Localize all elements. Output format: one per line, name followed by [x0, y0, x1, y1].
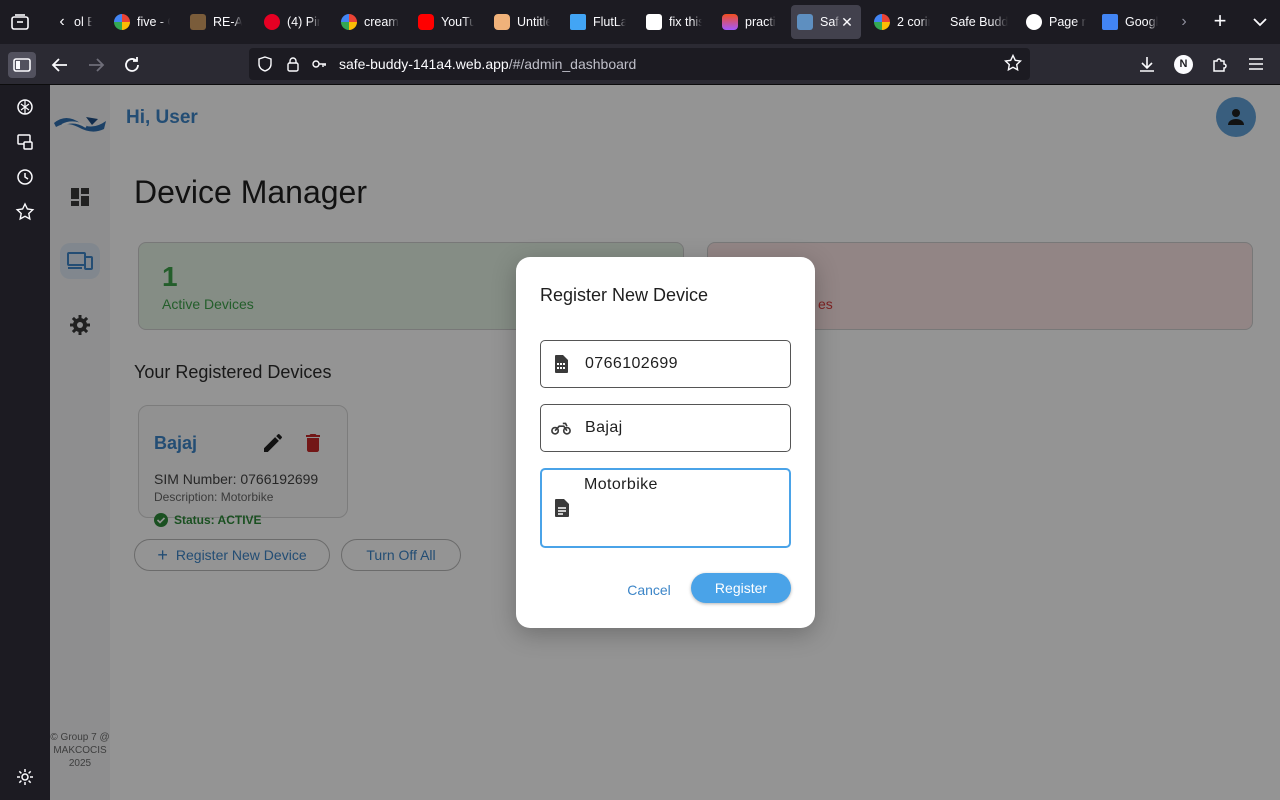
docs-icon: [1102, 14, 1118, 30]
settings-gear-icon[interactable]: [15, 767, 35, 787]
browser-tab[interactable]: practi: [716, 5, 784, 39]
device-name-field[interactable]: Bajaj: [540, 404, 791, 452]
browser-tab[interactable]: YouTu: [412, 5, 480, 39]
close-tab-icon[interactable]: ✕: [839, 14, 855, 30]
browser-tab[interactable]: Googl: [1096, 5, 1164, 39]
download-icon[interactable]: [1138, 55, 1156, 73]
history-icon[interactable]: [15, 167, 35, 187]
flutter-icon: [570, 14, 586, 30]
device-name-value: Bajaj: [585, 419, 623, 436]
chatgpt-icon[interactable]: [15, 97, 35, 117]
browser-sidebar: [0, 85, 50, 800]
extensions-icon[interactable]: [1211, 55, 1229, 73]
browser-tab[interactable]: cream: [335, 5, 405, 39]
web-page: © Group 7 @ MAKCOCIS 2025 Hi, User Devic…: [50, 85, 1280, 800]
tab-scroll-right-icon[interactable]: ›: [1174, 11, 1194, 33]
browser-tab[interactable]: RE-Ad: [184, 5, 248, 39]
app-icon: [190, 14, 206, 30]
browser-tab[interactable]: ol E: [68, 5, 98, 39]
bookmark-star-icon[interactable]: [1004, 54, 1022, 72]
menu-icon[interactable]: [1247, 55, 1265, 73]
description-document-icon: [555, 499, 569, 517]
app-icon: [797, 14, 813, 30]
description-field[interactable]: Motorbike: [540, 468, 791, 548]
url-host: safe-buddy-141a4.web.app: [339, 56, 509, 72]
browser-tab[interactable]: FlutLa: [564, 5, 632, 39]
pinterest-icon: [264, 14, 280, 30]
bookmarks-star-icon[interactable]: [15, 202, 35, 222]
reload-icon: [125, 57, 139, 72]
chevron-down-icon[interactable]: [1250, 12, 1270, 32]
register-device-dialog: Register New Device 0766102699 Bajaj Mot…: [516, 257, 815, 628]
sim-number-value: 0766102699: [585, 355, 678, 372]
bolt-icon: [494, 14, 510, 30]
forward-arrow-icon: [89, 58, 105, 72]
browser-tab[interactable]: fix this: [640, 5, 708, 39]
sim-number-field[interactable]: 0766102699: [540, 340, 791, 388]
figma-icon: [722, 14, 738, 30]
google-icon: [874, 14, 890, 30]
browser-tab-active[interactable]: Safe✕: [791, 5, 861, 39]
sim-card-icon: [555, 355, 568, 373]
register-button[interactable]: Register: [691, 573, 791, 603]
browser-tab-strip: ‹ ol E five - G RE-Ad (4) Pin cream YouT…: [0, 0, 1280, 44]
lock-icon[interactable]: [285, 56, 301, 72]
reload-button[interactable]: [118, 52, 146, 78]
shield-icon[interactable]: [257, 56, 273, 72]
description-value: Motorbike: [584, 476, 658, 493]
motorcycle-icon: [551, 422, 571, 435]
sidebar-toggle-button[interactable]: [8, 52, 36, 78]
browser-tab[interactable]: 2 corin: [868, 5, 936, 39]
dialog-title: Register New Device: [540, 285, 709, 305]
google-icon: [341, 14, 357, 30]
browser-tab[interactable]: Page n: [1020, 5, 1092, 39]
app-icon: [646, 14, 662, 30]
back-button[interactable]: [46, 52, 74, 78]
forward-button[interactable]: [82, 52, 110, 78]
browser-tab[interactable]: five - G: [108, 5, 176, 39]
back-arrow-icon: [51, 58, 67, 72]
url-path: /#/admin_dashboard: [508, 56, 637, 72]
github-icon: [1026, 14, 1042, 30]
tab-list-icon[interactable]: [10, 12, 30, 32]
address-bar[interactable]: safe-buddy-141a4.web.app/#/admin_dashboa…: [249, 48, 1030, 80]
browser-tab[interactable]: Untitle: [488, 5, 556, 39]
url-text[interactable]: safe-buddy-141a4.web.app/#/admin_dashboa…: [339, 56, 636, 72]
youtube-icon: [418, 14, 434, 30]
key-icon[interactable]: [311, 56, 327, 72]
new-tab-icon[interactable]: +: [1208, 10, 1232, 34]
browser-nav-bar: safe-buddy-141a4.web.app/#/admin_dashboa…: [0, 44, 1280, 85]
profile-avatar[interactable]: N: [1174, 55, 1193, 74]
browser-tab[interactable]: (4) Pin: [258, 5, 326, 39]
google-icon: [114, 14, 130, 30]
synced-tabs-icon[interactable]: [15, 132, 35, 152]
cancel-button[interactable]: Cancel: [616, 575, 682, 605]
sidebar-icon: [13, 58, 31, 72]
browser-tab[interactable]: Safe Budd: [944, 5, 1016, 39]
